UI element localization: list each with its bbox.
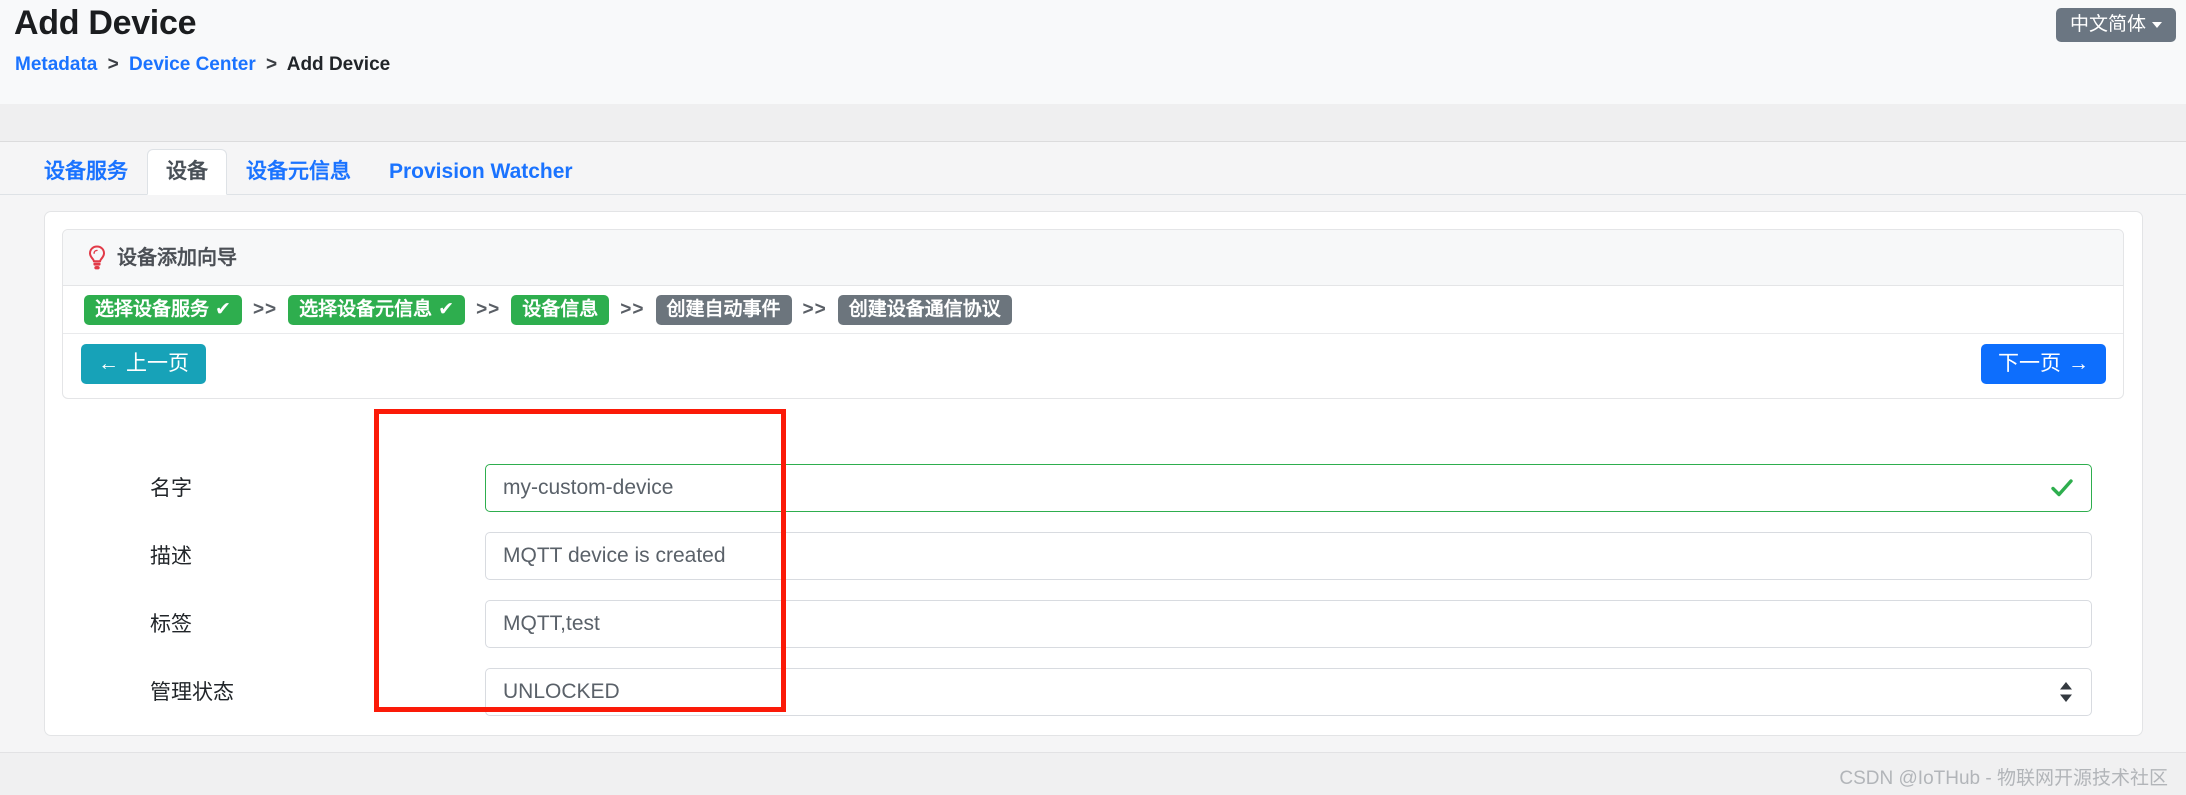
wizard-step-separator: >> — [252, 298, 278, 320]
breadcrumb-separator: > — [266, 54, 278, 75]
tab-bar: 设备服务 设备 设备元信息 Provision Watcher — [0, 143, 2186, 195]
arrow-right-icon: → — [2068, 352, 2089, 375]
form-row-description: 描述 — [62, 522, 2124, 590]
admin-state-label: 管理状态 — [150, 680, 234, 704]
name-label: 名字 — [150, 476, 192, 500]
wizard-navigation: ← 上一页 下一页 → — [63, 334, 2123, 398]
admin-state-select[interactable] — [485, 668, 2092, 716]
breadcrumb-item-metadata[interactable]: Metadata — [15, 54, 97, 75]
wizard-step-separator: >> — [620, 298, 645, 320]
description-input[interactable] — [485, 532, 2092, 580]
form-row-name: 名字 — [62, 454, 2124, 522]
wizard-step-select-device-service[interactable]: 选择设备服务 ✔ — [84, 294, 242, 325]
name-input[interactable] — [485, 464, 2092, 512]
wizard-step-select-device-profile[interactable]: 选择设备元信息 ✔ — [288, 294, 466, 325]
header-divider — [0, 104, 2186, 142]
check-icon: ✔ — [215, 298, 231, 320]
breadcrumb-item-add-device: Add Device — [286, 54, 391, 75]
check-icon: ✔ — [438, 298, 455, 320]
wizard-header: 设备添加向导 — [63, 230, 2123, 286]
wizard-title: 设备添加向导 — [117, 246, 237, 269]
wizard-step-label: 创建自动事件 — [666, 298, 781, 320]
tab-device-service[interactable]: 设备服务 — [25, 149, 147, 195]
form-row-admin-state: 管理状态 — [62, 658, 2124, 726]
breadcrumb-separator: > — [107, 54, 119, 75]
description-label: 描述 — [150, 544, 192, 568]
next-page-button[interactable]: 下一页 → — [1981, 344, 2106, 384]
form-row-labels: 标签 — [62, 590, 2124, 658]
lightbulb-icon — [88, 244, 106, 269]
tab-device-profile[interactable]: 设备元信息 — [227, 149, 370, 195]
device-form: 名字 描述 标签 管理状态 — [62, 454, 2124, 726]
wizard-steps: 选择设备服务 ✔ >> 选择设备元信息 ✔ >> 设备信息 >> 创建自动事件 >>… — [63, 286, 2123, 334]
next-page-label: 下一页 — [1998, 352, 2061, 375]
wizard-step-create-autoevent[interactable]: 创建自动事件 — [655, 294, 792, 325]
wizard-step-label: 选择设备服务 — [95, 298, 210, 320]
language-selector[interactable]: 中文简体 — [2055, 8, 2176, 42]
labels-label: 标签 — [150, 612, 192, 636]
wizard-step-separator: >> — [476, 298, 501, 320]
content-card: 设备添加向导 选择设备服务 ✔ >> 选择设备元信息 ✔ >> 设备信息 >> 创建… — [44, 211, 2143, 736]
wizard-step-label: 选择设备元信息 — [299, 298, 433, 320]
wizard-step-separator: >> — [802, 298, 827, 320]
tab-provision-watcher[interactable]: Provision Watcher — [370, 149, 592, 195]
watermark: CSDN @IoTHub - 物联网开源技术社区 — [1839, 768, 2168, 789]
device-wizard-panel: 设备添加向导 选择设备服务 ✔ >> 选择设备元信息 ✔ >> 设备信息 >> 创建… — [62, 229, 2124, 399]
footer: CSDN @IoTHub - 物联网开源技术社区 — [0, 752, 2186, 795]
page-header: Add Device Metadata > Device Center > Ad… — [0, 0, 2186, 104]
wizard-step-label: 设备信息 — [522, 298, 599, 320]
previous-page-button[interactable]: ← 上一页 — [81, 344, 206, 384]
chevron-down-icon — [2152, 22, 2162, 28]
arrow-left-icon: ← — [98, 352, 119, 375]
labels-input[interactable] — [485, 600, 2092, 648]
wizard-step-create-protocol[interactable]: 创建设备通信协议 — [837, 294, 1012, 325]
breadcrumb-item-device-center[interactable]: Device Center — [129, 54, 256, 75]
wizard-step-label: 创建设备通信协议 — [848, 298, 1001, 320]
language-selector-label: 中文简体 — [2069, 14, 2146, 35]
previous-page-label: 上一页 — [126, 352, 189, 375]
wizard-step-device-info[interactable]: 设备信息 — [511, 294, 610, 325]
breadcrumb: Metadata > Device Center > Add Device — [15, 54, 390, 76]
tab-device[interactable]: 设备 — [147, 149, 227, 195]
page-title: Add Device — [14, 4, 197, 42]
